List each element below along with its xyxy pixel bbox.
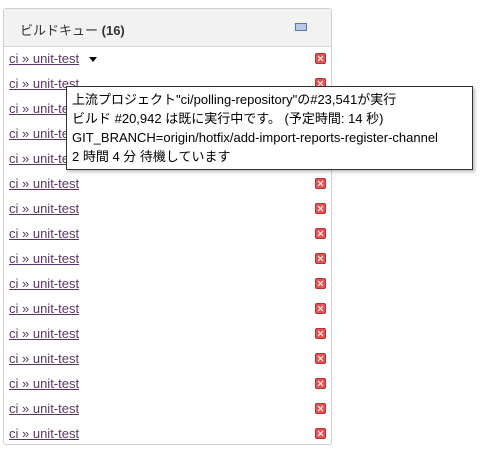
cancel-icon[interactable] (315, 228, 326, 239)
panel-title-text: ビルドキュー (20, 23, 99, 38)
cancel-icon[interactable] (315, 378, 326, 389)
tooltip-line-blocked: ビルド #20,942 は既に実行中です。 (予定時間: 14 秒) (72, 111, 384, 126)
queue-item: ci » unit-test (4, 397, 331, 422)
queue-item: ci » unit-test (4, 347, 331, 372)
queue-item: ci » unit-test (4, 172, 331, 197)
queue-item-link[interactable]: ci » unit-test (9, 201, 79, 216)
queue-item-link[interactable]: ci » unit-test (9, 351, 79, 366)
tooltip-line-waiting: 2 時間 4 分 待機しています (72, 149, 231, 164)
queue-item: ci » unit-test (4, 297, 331, 322)
queue-item: ci » unit-test (4, 247, 331, 272)
queue-item-link[interactable]: ci » unit-test (9, 326, 79, 341)
queue-item-link[interactable]: ci » unit-test (9, 251, 79, 266)
tooltip-line-parameter: GIT_BRANCH=origin/hotfix/add-import-repo… (72, 130, 438, 145)
queue-item-link[interactable]: ci » unit-test (9, 176, 79, 191)
collapse-icon[interactable] (295, 23, 307, 31)
queue-item-link[interactable]: ci » unit-test (9, 376, 79, 391)
queue-item: ci » unit-test (4, 322, 331, 347)
cancel-icon[interactable] (315, 278, 326, 289)
cancel-icon[interactable] (315, 353, 326, 364)
queue-item-link[interactable]: ci » unit-test (9, 226, 79, 241)
queue-item: ci » unit-test (4, 422, 331, 447)
cancel-icon[interactable] (315, 303, 326, 314)
cancel-icon[interactable] (315, 428, 326, 439)
queue-item-link[interactable]: ci » unit-test (9, 301, 79, 316)
queue-item: ci » unit-test (4, 47, 331, 72)
cancel-icon[interactable] (315, 403, 326, 414)
queue-item: ci » unit-test (4, 272, 331, 297)
queue-item-link[interactable]: ci » unit-test (9, 426, 79, 441)
cancel-icon[interactable] (315, 178, 326, 189)
cancel-icon[interactable] (315, 53, 326, 64)
queue-item: ci » unit-test (4, 197, 331, 222)
panel-title: ビルドキュー (16) (20, 20, 125, 39)
queue-item-link[interactable]: ci » unit-test (9, 401, 79, 416)
tooltip-line-upstream: 上流プロジェクト"ci/polling-repository"の#23,541が… (72, 92, 397, 107)
build-queue-panel: ビルドキュー (16) ci » unit-test ci » unit-test… (3, 8, 332, 445)
queue-item-tooltip: 上流プロジェクト"ci/polling-repository"の#23,541が… (66, 86, 473, 170)
cancel-icon[interactable] (315, 328, 326, 339)
cancel-icon[interactable] (315, 253, 326, 264)
queue-item-link[interactable]: ci » unit-test (9, 51, 79, 66)
dropdown-arrow-icon[interactable] (89, 57, 97, 62)
queue-item-link[interactable]: ci » unit-test (9, 276, 79, 291)
queue-item: ci » unit-test (4, 222, 331, 247)
queue-item: ci » unit-test (4, 372, 331, 397)
cancel-icon[interactable] (315, 203, 326, 214)
panel-header: ビルドキュー (16) (4, 9, 331, 47)
queue-count: (16) (101, 23, 125, 38)
